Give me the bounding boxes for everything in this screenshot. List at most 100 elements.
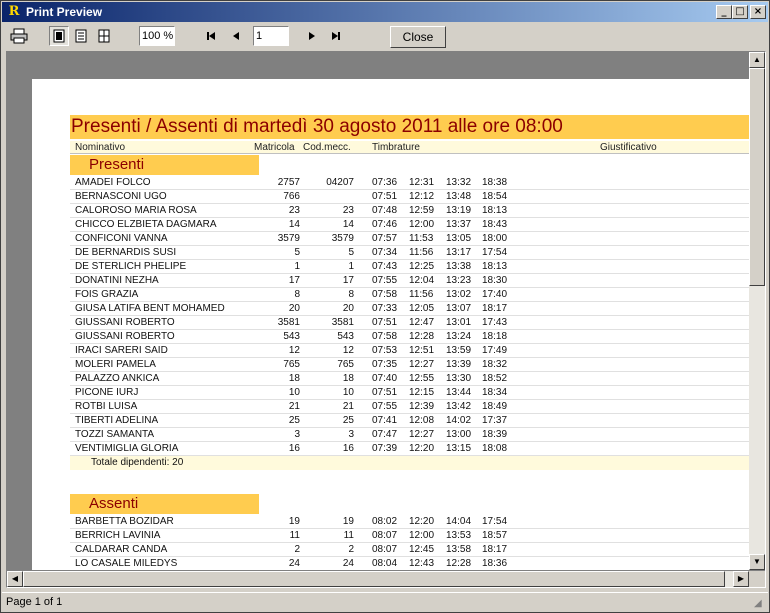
matricola-cell: 10 [288,387,300,398]
timbratura-4: 18:38 [482,177,508,188]
timbratura-3: 13:05 [446,233,472,244]
zoom-input[interactable]: 100 % [139,26,175,46]
table-row: AMADEI FOLCO 2757 04207 07:36 12:31 13:32 18:3… [70,176,749,190]
window-title: Print Preview [26,5,103,19]
timbratura-3: 13:15 [446,443,472,454]
previous-page-icon [233,32,239,40]
table-row: DE STERLICH PHELIPE 1 1 07:43 12:25 13:38 18:1… [70,260,749,274]
timbratura-2: 12:00 [409,219,435,230]
employee-name: BARBETTA BOZIDAR [75,516,174,527]
multi-page-icon [98,29,110,43]
next-page-button[interactable] [302,26,322,46]
employee-name: MOLERI PAMELA [75,359,156,370]
employee-name: PALAZZO ANKICA [75,373,160,384]
timbratura-1: 07:34 [372,247,398,258]
title-bar[interactable]: R Print Preview _ □ × [2,2,768,22]
matricola-cell: 3581 [277,317,300,328]
codmecc-cell: 12 [342,345,354,356]
timbratura-2: 12:59 [409,205,435,216]
table-row: DONATINI NEZHA 17 17 07:55 12:04 13:23 18:30 [70,274,749,288]
timbratura-2: 12:25 [409,261,435,272]
matricola-cell: 1 [294,261,300,272]
codmecc-cell: 17 [342,275,354,286]
page-number-input[interactable]: 1 [253,26,289,46]
table-row: CALOROSO MARIA ROSA 23 23 07:48 12:59 13:19 18… [70,204,749,218]
employee-name: CALOROSO MARIA ROSA [75,205,197,216]
first-page-button[interactable] [201,26,221,46]
timbratura-2: 12:20 [409,516,435,527]
vertical-scroll-thumb[interactable] [749,68,765,286]
table-row: CONFICONI VANNA 3579 3579 07:57 11:53 13:05 18… [70,232,749,246]
scroll-left-button[interactable]: ◀ [7,571,23,587]
matricola-cell: 24 [288,558,300,569]
two-page-icon [75,29,87,43]
employee-name: PICONE IURJ [75,387,139,398]
maximize-button[interactable]: □ [732,5,748,19]
vertical-scrollbar[interactable]: ▲ ▼ [749,52,765,570]
scroll-up-button[interactable]: ▲ [749,52,765,68]
app-icon: R [8,4,20,19]
timbratura-4: 18:13 [482,205,508,216]
timbratura-2: 12:43 [409,558,435,569]
codmecc-cell: 1 [348,261,354,272]
matricola-cell: 3579 [277,233,300,244]
toolbar: 100 % 1 Close [2,23,768,51]
last-page-button[interactable] [326,26,346,46]
scroll-down-button[interactable]: ▼ [749,554,765,570]
timbratura-4: 18:00 [482,233,508,244]
codmecc-cell: 5 [348,247,354,258]
preview-area[interactable]: Presenti / Assenti di martedì 30 agosto … [6,51,766,588]
employee-name: CALDARAR CANDA [75,544,168,555]
single-page-button[interactable] [49,26,69,46]
timbratura-1: 08:07 [372,530,398,541]
table-row: BERNASCONI UGO 766 07:51 12:12 13:48 18:54 [70,190,749,204]
timbratura-2: 12:05 [409,303,435,314]
timbratura-4: 18:13 [482,261,508,272]
close-button[interactable]: Close [390,26,446,48]
header-timbrature: Timbrature [372,142,420,153]
multi-page-button[interactable] [94,26,114,46]
timbratura-1: 07:58 [372,331,398,342]
timbratura-3: 13:19 [446,205,472,216]
timbratura-4: 18:30 [482,275,508,286]
table-row: GIUSA LATIFA BENT MOHAMED 20 20 07:33 12:05 1… [70,302,749,316]
timbratura-1: 07:35 [372,359,398,370]
status-bar: Page 1 of 1 ◢ [2,592,768,612]
employee-name: VENTIMIGLIA GLORIA [75,443,179,454]
employee-name: DE BERNARDIS SUSI [75,247,177,258]
timbratura-4: 18:49 [482,401,508,412]
timbratura-2: 11:56 [409,247,434,258]
matricola-cell: 19 [288,516,300,527]
timbratura-2: 11:53 [409,233,434,244]
previous-page-button[interactable] [226,26,246,46]
timbratura-3: 13:17 [446,247,472,258]
horizontal-scrollbar[interactable]: ◀ ▶ [7,571,749,587]
minimize-button[interactable]: _ [716,5,732,19]
horizontal-scroll-thumb[interactable] [23,571,725,587]
table-row: PICONE IURJ 10 10 07:51 12:15 13:44 18:34 [70,386,749,400]
close-window-button[interactable]: × [750,5,766,19]
employee-name: FOIS GRAZIA [75,289,139,300]
timbratura-4: 18:08 [482,443,508,454]
section-label-presenti: Presenti [70,155,259,175]
table-row: VENTIMIGLIA GLORIA 16 16 07:39 12:20 13:15 18:… [70,442,749,456]
timbratura-3: 13:48 [446,191,472,202]
timbratura-1: 08:07 [372,544,398,555]
timbratura-4: 17:37 [482,415,508,426]
employee-name: LO CASALE MILEDYS [75,558,178,569]
timbratura-3: 13:32 [446,177,472,188]
timbratura-4: 18:57 [482,530,508,541]
print-button[interactable] [9,26,29,46]
employee-name: GIUSSANI ROBERTO [75,331,175,342]
matricola-cell: 8 [294,289,300,300]
matricola-cell: 16 [288,443,300,454]
matricola-cell: 2 [294,544,300,555]
timbratura-3: 13:24 [446,331,472,342]
two-page-button[interactable] [71,26,91,46]
table-row: PALAZZO ANKICA 18 18 07:40 12:55 13:30 18:52 [70,372,749,386]
first-page-icon [207,32,215,40]
timbratura-3: 13:38 [446,261,472,272]
timbratura-2: 12:15 [409,387,435,398]
scroll-right-button[interactable]: ▶ [733,571,749,587]
resize-grip-icon[interactable]: ◢ [754,598,766,610]
